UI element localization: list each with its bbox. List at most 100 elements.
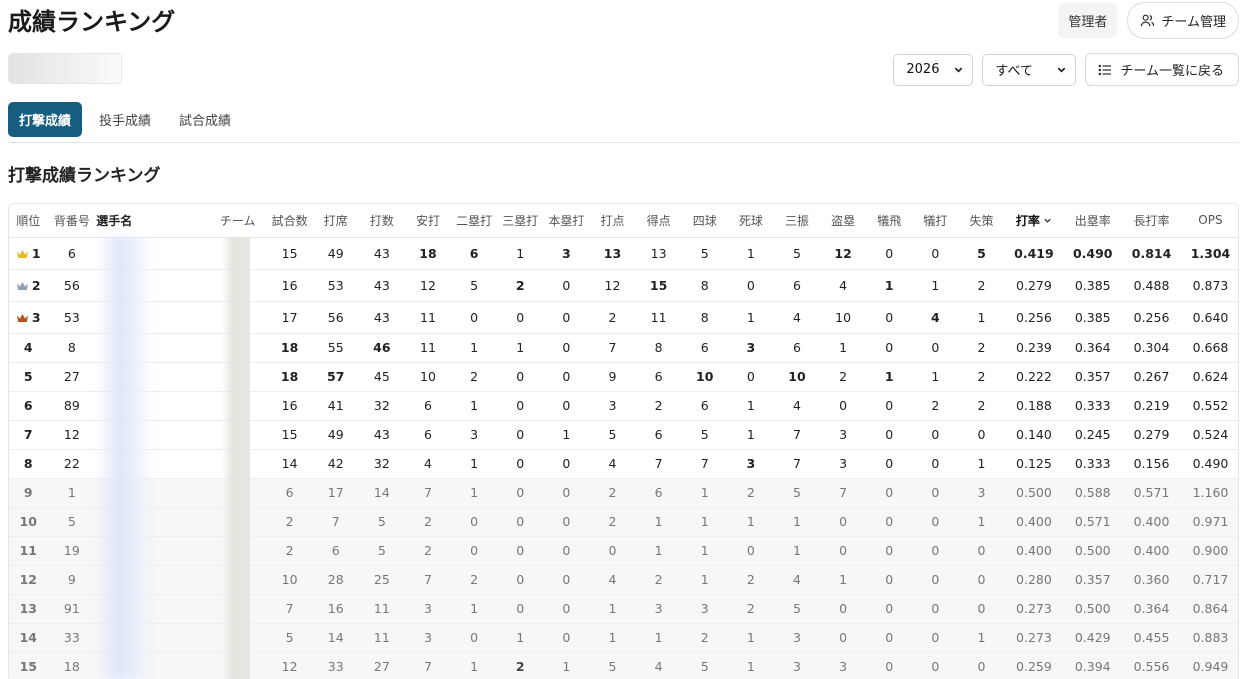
column-header[interactable]: 打席 <box>312 204 359 238</box>
stat-cell: 0 <box>958 565 1005 595</box>
table-row[interactable]: 15 18 12 33 27 7 1 2 1 5 4 5 1 3 3 0 0 0 0.259 0.394 0.556 0.… <box>9 652 1238 679</box>
rank-cell: 13 <box>9 594 48 624</box>
stat-cell: 1 <box>451 478 498 508</box>
stat-cell: 7 <box>773 449 821 479</box>
stat-cell: 25 <box>358 565 405 595</box>
table-row[interactable]: 7 12 15 49 43 6 3 0 1 5 6 5 1 7 3 0 0 0 0.140 0.245 0.279 0.5… <box>9 420 1238 450</box>
year-select[interactable]: 2026 <box>893 53 974 86</box>
stat-cell: 0.156 <box>1122 449 1181 479</box>
stat-cell: 0.400 <box>1122 507 1181 537</box>
table-row[interactable]: 8 22 14 42 32 4 1 0 0 4 7 7 3 7 3 0 0 1 0.125 0.333 0.156 0.4… <box>9 449 1238 479</box>
uniform-number-cell: 91 <box>47 594 97 624</box>
stat-cell: 41 <box>312 391 359 421</box>
rank-value: 1 <box>31 245 41 261</box>
stat-cell: 1 <box>727 391 774 421</box>
column-header[interactable]: 犠飛 <box>866 204 913 238</box>
stat-cell: 0 <box>912 565 959 595</box>
column-header[interactable]: 盗塁 <box>820 204 867 238</box>
stat-cell: 0.524 <box>1180 420 1238 450</box>
column-header[interactable]: チーム <box>215 204 267 238</box>
column-header[interactable]: 安打 <box>404 204 452 238</box>
stat-cell: 0 <box>866 333 913 363</box>
table-row[interactable]: 6 89 16 41 32 6 1 0 0 3 2 6 1 4 0 0 2 2 0.188 0.333 0.219 0.5… <box>9 391 1238 421</box>
table-row[interactable]: 3 53 17 56 43 11 0 0 0 2 11 8 1 4 10 0 4 1 0.256 0.385 0.256… <box>9 301 1238 334</box>
stat-cell: 0 <box>912 594 959 624</box>
stat-cell: 1.160 <box>1180 478 1238 508</box>
stat-cell: 0.490 <box>1180 449 1238 479</box>
stat-cell: 0.256 <box>1004 301 1064 334</box>
column-header[interactable]: 打率 <box>1004 204 1064 238</box>
rank-cell: 12 <box>9 565 48 595</box>
column-header[interactable]: 選手名 <box>96 204 216 238</box>
stat-cell: 55 <box>312 333 359 363</box>
table-row[interactable]: 11 19 2 6 5 2 0 0 0 0 1 1 0 1 0 0 0 0 0.400 0.500 0.400 0.900 <box>9 536 1238 566</box>
team-manage-label: チーム管理 <box>1161 15 1226 30</box>
column-header[interactable]: 三塁打 <box>497 204 544 238</box>
stat-cell: 0.385 <box>1063 269 1123 302</box>
tab-pitching[interactable]: 投手成績 <box>88 102 162 137</box>
column-header[interactable]: 打数 <box>358 204 405 238</box>
stat-cell: 2 <box>681 623 728 653</box>
stat-cell: 8 <box>681 269 728 302</box>
stat-cell: 7 <box>404 652 452 679</box>
stat-cell: 1 <box>451 594 498 624</box>
stat-cell: 7 <box>820 478 867 508</box>
rank-cell: 9 <box>9 478 48 508</box>
stat-cell: 32 <box>358 391 405 421</box>
column-header[interactable]: 死球 <box>727 204 774 238</box>
page-title: 成績ランキング <box>8 8 176 36</box>
stat-cell: 3 <box>820 652 867 679</box>
stat-cell: 6 <box>681 333 728 363</box>
team-cell <box>215 536 267 566</box>
table-row[interactable]: 14 33 5 14 11 3 0 1 0 1 1 2 1 3 0 0 0 1 0.273 0.429 0.455 0.8… <box>9 623 1238 653</box>
column-header[interactable]: 失策 <box>958 204 1005 238</box>
column-header[interactable]: 順位 <box>9 204 48 238</box>
stat-cell: 0 <box>912 420 959 450</box>
stat-cell: 49 <box>312 237 359 270</box>
table-row[interactable]: 1 6 15 49 43 18 6 1 3 13 13 5 1 5 12 0 0 5 0.419 0.490 0.814… <box>9 237 1238 270</box>
table-row[interactable]: 10 5 2 7 5 2 0 0 0 2 1 1 1 1 0 0 0 1 0.400 0.571 0.400 0.971 <box>9 507 1238 537</box>
stat-cell: 2 <box>912 391 959 421</box>
stat-cell: 1 <box>451 449 498 479</box>
column-header[interactable]: 出塁率 <box>1063 204 1123 238</box>
filter-select[interactable]: すべて <box>982 53 1077 86</box>
column-header[interactable]: 四球 <box>681 204 728 238</box>
stat-cell: 5 <box>681 420 728 450</box>
column-header[interactable]: 試合数 <box>266 204 313 238</box>
back-to-team-list-button[interactable]: チーム一覧に戻る <box>1085 53 1239 86</box>
stat-cell: 1 <box>451 652 498 679</box>
column-header[interactable]: 長打率 <box>1122 204 1181 238</box>
table-row[interactable]: 12 9 10 28 25 7 2 0 0 4 2 1 2 4 1 0 0 0 0.280 0.357 0.360 0.7… <box>9 565 1238 595</box>
stat-cell: 0 <box>958 594 1005 624</box>
stat-cell: 42 <box>312 449 359 479</box>
column-header[interactable]: 犠打 <box>912 204 959 238</box>
team-cell <box>215 362 267 392</box>
stat-cell: 0 <box>958 652 1005 679</box>
stat-cell: 0 <box>497 536 544 566</box>
table-row[interactable]: 4 8 18 55 46 11 1 1 0 7 8 6 3 6 1 0 0 2 0.239 0.364 0.304 0.6… <box>9 333 1238 363</box>
uniform-number-cell: 5 <box>47 507 97 537</box>
table-row[interactable]: 9 1 6 17 14 7 1 0 0 2 6 1 2 5 7 0 0 3 0.500 0.588 0.571 1.160 <box>9 478 1238 508</box>
stat-cell: 6 <box>404 420 452 450</box>
column-header[interactable]: 得点 <box>635 204 682 238</box>
team-manage-button[interactable]: チーム管理 <box>1127 2 1239 39</box>
stat-cell: 7 <box>773 420 821 450</box>
stat-cell: 3 <box>635 594 682 624</box>
column-header[interactable]: 本塁打 <box>543 204 590 238</box>
table-row[interactable]: 2 56 16 53 43 12 5 2 0 12 15 8 0 6 4 1 1 2 0.279 0.385 0.488… <box>9 269 1238 302</box>
stat-cell: 0 <box>866 449 913 479</box>
tab-games[interactable]: 試合成績 <box>168 102 242 137</box>
column-header[interactable]: 打点 <box>589 204 636 238</box>
stat-cell: 0 <box>912 333 959 363</box>
section-title: 打撃成績ランキング <box>8 166 161 186</box>
column-header[interactable]: 背番号 <box>47 204 97 238</box>
column-header[interactable]: OPS <box>1180 204 1238 238</box>
table-row[interactable]: 5 27 18 57 45 10 2 0 0 9 6 10 0 10 2 1 1 2 0.222 0.357 0.267… <box>9 362 1238 392</box>
column-header[interactable]: 二塁打 <box>451 204 498 238</box>
tab-batting[interactable]: 打撃成績 <box>8 102 83 137</box>
table-row[interactable]: 13 91 7 16 11 3 1 0 0 1 3 3 2 5 0 0 0 0 0.273 0.500 0.364 0.8… <box>9 594 1238 624</box>
rank-cell: 2 <box>9 269 48 302</box>
stat-cell: 0.949 <box>1180 652 1238 679</box>
stat-cell: 5 <box>266 623 313 653</box>
column-header[interactable]: 三振 <box>773 204 821 238</box>
